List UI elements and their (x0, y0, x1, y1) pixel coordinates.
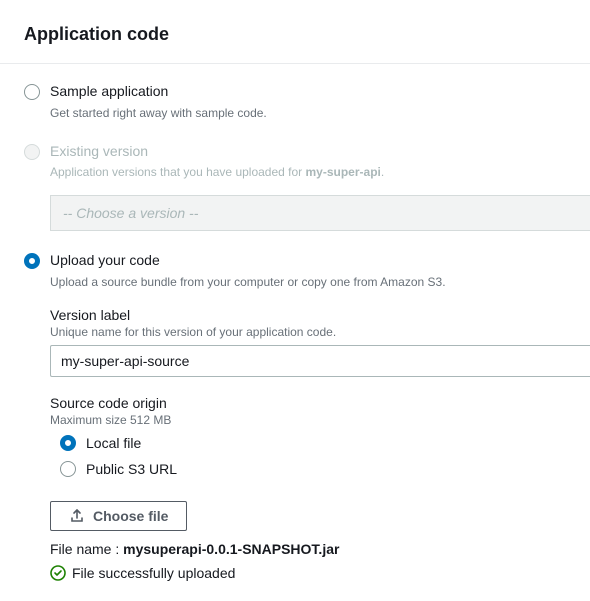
option-existing-version: Existing version Application versions th… (24, 142, 566, 232)
origin-local-file[interactable]: Local file (60, 435, 566, 451)
upload-icon (69, 508, 85, 524)
origin-desc: Maximum size 512 MB (50, 413, 566, 427)
version-label-title: Version label (50, 307, 566, 323)
upload-desc: Upload a source bundle from your compute… (50, 273, 566, 291)
section-title: Application code (24, 24, 566, 45)
radio-existing (24, 144, 40, 160)
divider (0, 63, 590, 64)
upload-label: Upload your code (50, 251, 566, 271)
upload-success: File successfully uploaded (50, 565, 566, 581)
existing-desc: Application versions that you have uploa… (50, 163, 566, 181)
option-upload-code[interactable]: Upload your code Upload a source bundle … (24, 251, 566, 581)
sample-label: Sample application (50, 82, 566, 102)
radio-sample[interactable] (24, 84, 40, 100)
radio-local-file[interactable] (60, 435, 76, 451)
success-message: File successfully uploaded (72, 565, 235, 581)
public-s3-label: Public S3 URL (86, 461, 177, 477)
existing-label: Existing version (50, 142, 566, 162)
origin-public-s3[interactable]: Public S3 URL (60, 461, 566, 477)
choose-file-label: Choose file (93, 508, 168, 524)
sample-desc: Get started right away with sample code. (50, 104, 566, 122)
origin-title: Source code origin (50, 395, 566, 411)
version-dropdown: -- Choose a version -- (50, 195, 590, 231)
check-circle-icon (50, 565, 66, 581)
choose-file-button[interactable]: Choose file (50, 501, 187, 531)
radio-upload[interactable] (24, 253, 40, 269)
file-name-display: File name : mysuperapi-0.0.1-SNAPSHOT.ja… (50, 541, 566, 557)
option-sample-application[interactable]: Sample application Get started right awa… (24, 82, 566, 122)
version-label-input[interactable] (50, 345, 590, 377)
local-file-label: Local file (86, 435, 141, 451)
version-label-desc: Unique name for this version of your app… (50, 325, 566, 339)
radio-public-s3[interactable] (60, 461, 76, 477)
